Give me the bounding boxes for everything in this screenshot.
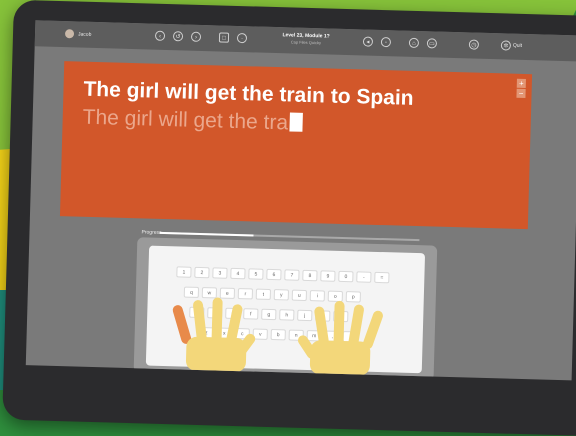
letter-key[interactable]: w [201, 287, 218, 299]
letter-key[interactable]: h [279, 309, 295, 321]
number-key[interactable]: 9 [320, 270, 336, 282]
zoom-in-button[interactable]: + [516, 78, 526, 89]
number-key[interactable]: 4 [230, 267, 246, 280]
letter-key[interactable]: f [243, 308, 259, 320]
restart-icon[interactable]: ↺ [172, 31, 184, 42]
toolbar: Jacob ‹ ↺ › □ · Level 23, Module 1? Cap … [34, 20, 576, 62]
number-key[interactable]: 2 [194, 266, 210, 279]
zoom-out-button[interactable]: − [516, 88, 526, 99]
timer-icon[interactable]: ◷ [468, 39, 480, 50]
number-key[interactable]: 5 [248, 268, 264, 280]
copy-icon[interactable]: □ [218, 32, 230, 43]
number-key[interactable]: - [356, 271, 372, 283]
avatar[interactable] [64, 29, 75, 39]
settings-dots-icon[interactable]: · [236, 32, 248, 44]
typed-text: The girl will get the tra [82, 105, 289, 135]
number-key[interactable]: 0 [338, 270, 354, 283]
letter-key[interactable]: p [345, 291, 361, 303]
letter-key[interactable]: i [309, 290, 325, 302]
number-key[interactable]: = [374, 271, 390, 284]
letter-key[interactable]: r [237, 288, 254, 300]
back-icon[interactable]: ‹ [154, 30, 166, 41]
right-palm [309, 340, 371, 376]
user-name[interactable]: Jacob [78, 32, 92, 38]
letter-key[interactable]: t [255, 288, 272, 300]
hands-icon[interactable]: ⌂ [408, 37, 420, 49]
quit-button[interactable]: Quit [513, 43, 522, 49]
letter-key[interactable]: y [273, 289, 289, 301]
typed-sentence[interactable]: The girl will get the tra [82, 105, 304, 136]
letter-key[interactable]: g [261, 308, 277, 321]
letter-key[interactable]: j [297, 309, 313, 322]
laptop-frame: Jacob ‹ ↺ › □ · Level 23, Module 1? Cap … [2, 0, 576, 436]
typing-panel: The girl will get the train to Spain The… [59, 61, 533, 230]
gear-icon[interactable]: ✲ [500, 40, 512, 51]
number-key[interactable]: 7 [284, 269, 300, 281]
keyboard-icon[interactable]: ▭ [426, 38, 438, 49]
number-key[interactable]: 8 [302, 269, 318, 282]
number-key[interactable]: 6 [266, 268, 282, 281]
forward-icon[interactable]: › [190, 31, 202, 42]
number-key[interactable]: 3 [212, 267, 228, 279]
text-cursor [289, 112, 304, 132]
letter-key[interactable]: e [219, 287, 236, 299]
sound-icon[interactable]: ◂ [362, 36, 374, 47]
progress-fill [159, 231, 254, 237]
app-screen: Jacob ‹ ↺ › □ · Level 23, Module 1? Cap … [25, 20, 576, 381]
letter-key[interactable]: u [291, 289, 307, 301]
letter-key[interactable]: q [183, 286, 200, 298]
letter-key[interactable]: b [270, 329, 286, 341]
voice-icon[interactable]: ◦ [380, 36, 392, 48]
number-key[interactable]: 1 [176, 266, 192, 278]
target-sentence: The girl will get the train to Spain [83, 77, 414, 110]
